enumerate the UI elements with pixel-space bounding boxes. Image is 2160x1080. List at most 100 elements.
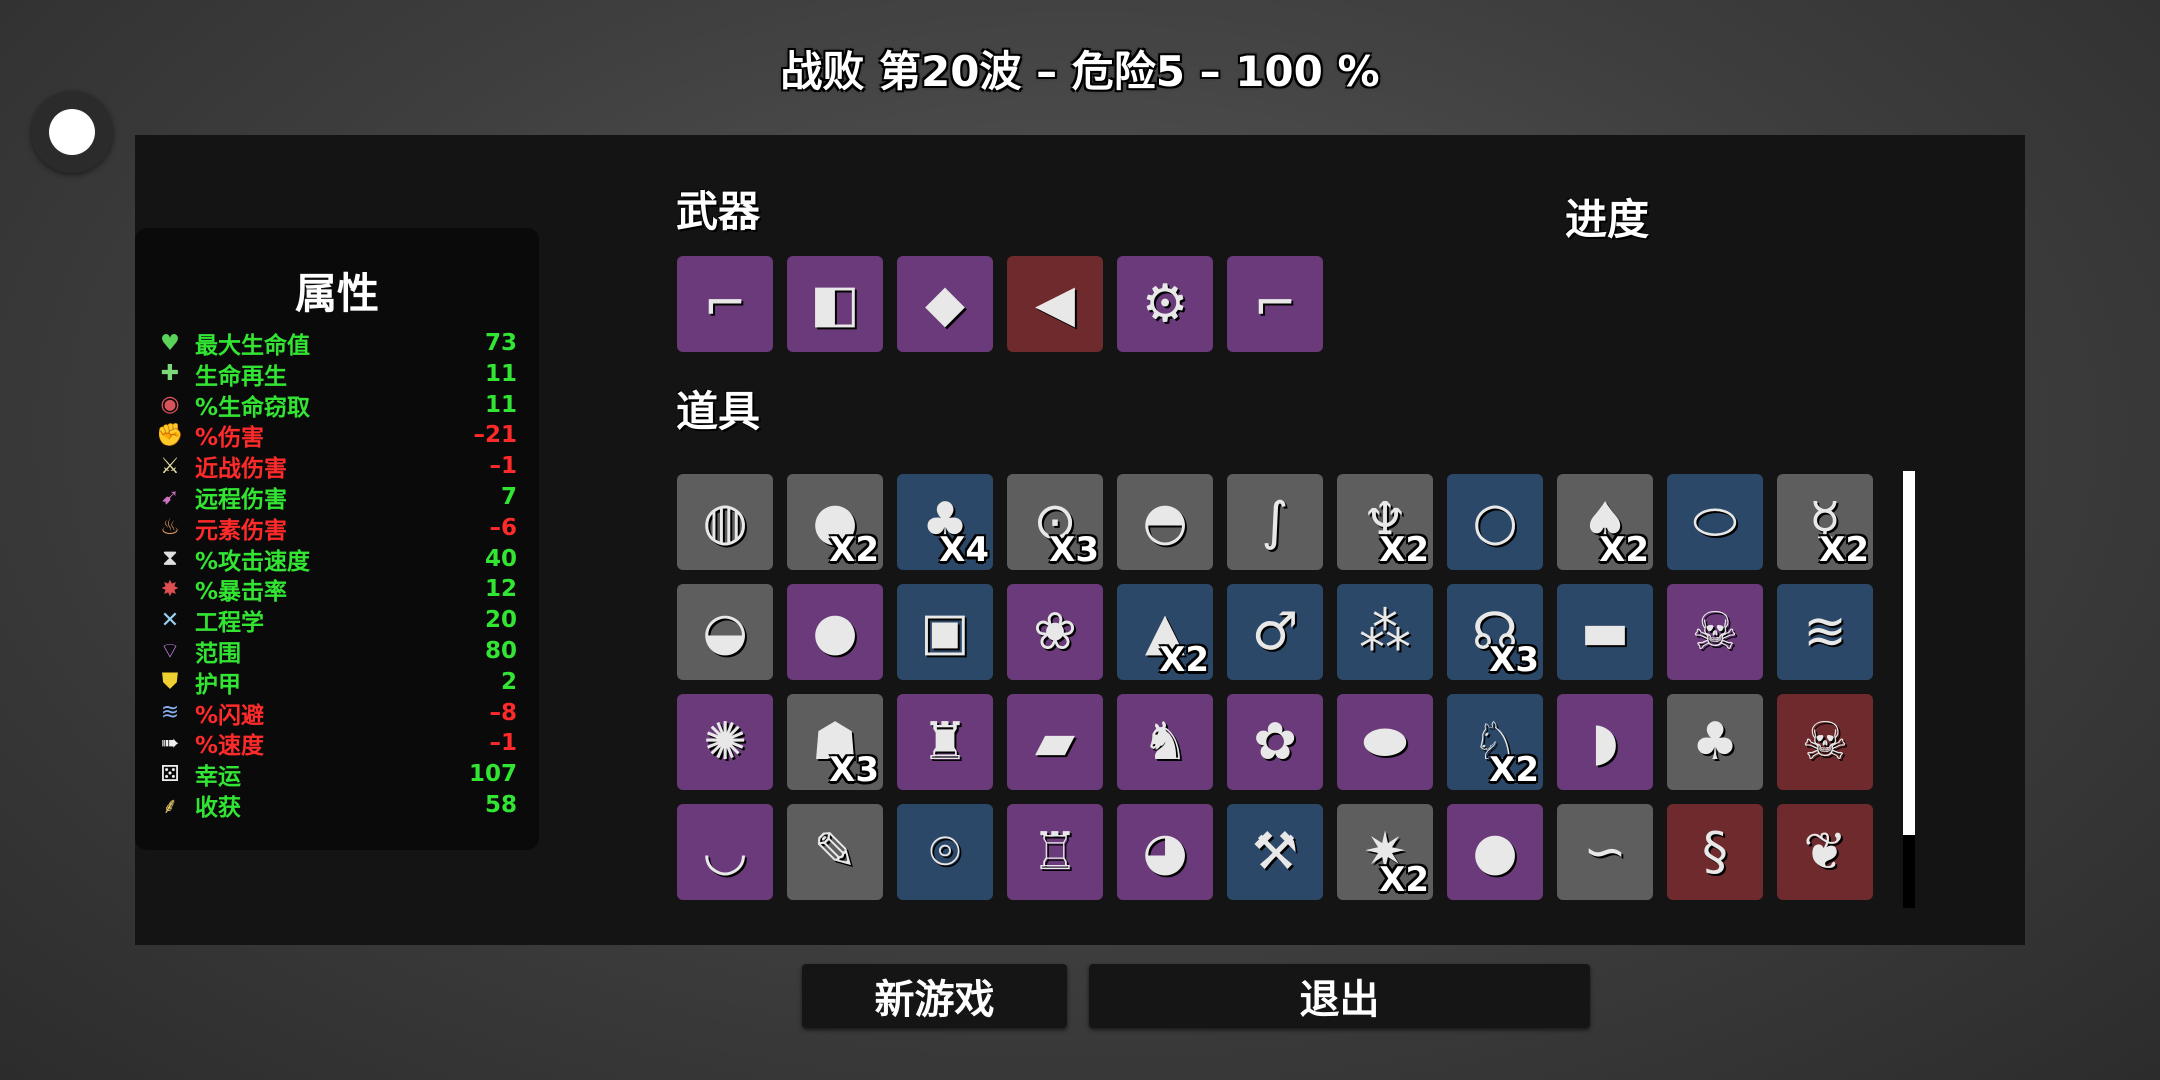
stat-row[interactable]: ⧗ %攻击速度 40 [155, 544, 517, 575]
jelly-blob-icon: ● [812, 602, 858, 662]
item-slot[interactable]: ∫ [1227, 474, 1323, 570]
item-count-badge: X3 [829, 750, 879, 790]
stat-row[interactable]: ⚔ 近战伤害 –1 [155, 451, 517, 482]
bloody-pellets-icon: ⁂ [1359, 602, 1411, 662]
item-slot[interactable]: ○ [1447, 474, 1543, 570]
items-scrollbar[interactable] [1903, 471, 1915, 908]
item-slot[interactable]: ◒ [677, 584, 773, 680]
item-slot[interactable]: ⬬ [1337, 694, 1433, 790]
stat-row[interactable]: ⛊ 护甲 2 [155, 667, 517, 698]
harvest-wheat-icon: ⸙ [161, 794, 179, 819]
stat-row[interactable]: ♨ 元素伤害 –6 [155, 513, 517, 544]
stat-row[interactable]: ◉ %生命窃取 11 [155, 390, 517, 421]
item-slot[interactable]: ▣ [897, 584, 993, 680]
attack-speed-hourglass-icon: ⧗ [162, 546, 178, 572]
stat-row[interactable]: ✸ %暴击率 12 [155, 574, 517, 606]
item-slot[interactable]: ✷ X2 [1337, 804, 1433, 900]
item-slot[interactable]: ♞ [1117, 694, 1213, 790]
item-slot[interactable]: ◓ [1117, 474, 1213, 570]
item-slot[interactable]: ● [787, 584, 883, 680]
item-slot[interactable]: ▰ [1007, 694, 1103, 790]
stat-row[interactable]: ➹ 远程伤害 7 [155, 482, 517, 513]
stat-row[interactable]: ⚄ 幸运 107 [155, 759, 517, 790]
stat-row[interactable]: ➠ %速度 –1 [155, 728, 517, 759]
item-slot[interactable]: ▲ X2 [1117, 584, 1213, 680]
item-count-badge: X2 [1379, 860, 1429, 900]
tree-icon: ♣ [1691, 712, 1739, 772]
sewing-machine-icon: ▣ [920, 602, 970, 662]
weapon-slot[interactable]: ⚙ [1117, 256, 1213, 352]
item-slot[interactable]: ☠ [1777, 694, 1873, 790]
stat-row[interactable]: ✕ 工程学 20 [155, 605, 517, 637]
item-slot[interactable]: ♠ X2 [1557, 474, 1653, 570]
item-slot[interactable]: ⊙ X3 [1007, 474, 1103, 570]
stat-row[interactable]: ✚ 生命再生 11 [155, 359, 517, 390]
stat-label: 元素伤害 [195, 517, 287, 544]
item-slot[interactable]: ☗ X3 [787, 694, 883, 790]
item-slot[interactable]: ✿ [1227, 694, 1323, 790]
siren-blaster-icon: ◧ [810, 274, 860, 334]
item-slot[interactable]: ▬ [1557, 584, 1653, 680]
armor-shield-icon: ⛊ [161, 669, 179, 695]
mortar-pestle-icon: ◡ [702, 822, 748, 882]
item-slot[interactable]: ∽ [1557, 804, 1653, 900]
stat-row[interactable]: ✊ %伤害 –21 [155, 420, 517, 452]
item-count-badge: X3 [1489, 640, 1539, 680]
item-slot[interactable]: ◕ [1117, 804, 1213, 900]
stat-row[interactable]: ⌔ 范围 80 [155, 636, 517, 667]
screen-record-button[interactable] [31, 91, 113, 173]
item-slot[interactable]: ◡ [677, 804, 773, 900]
item-slot[interactable]: ⁂ [1337, 584, 1433, 680]
exit-button[interactable]: 退出 [1089, 964, 1590, 1028]
stat-value: 11 [484, 391, 517, 418]
weapon-slot[interactable]: ⌐ [1227, 256, 1323, 352]
scarf-wrap-icon: ≋ [1803, 602, 1847, 662]
item-slot[interactable]: ♖ [1007, 804, 1103, 900]
propeller-cap-icon: ◒ [702, 602, 748, 662]
item-slot[interactable]: ♜ [897, 694, 993, 790]
item-slot[interactable]: ● X2 [787, 474, 883, 570]
item-slot[interactable]: ☿ X2 [1777, 474, 1873, 570]
stat-label: %闪避 [195, 702, 265, 729]
item-slot[interactable]: § [1667, 804, 1763, 900]
item-slot[interactable]: ♆ X2 [1337, 474, 1433, 570]
stat-row[interactable]: ≋ %闪避 –8 [155, 698, 517, 729]
weapon-slot[interactable]: ⌐ [677, 256, 773, 352]
item-slot[interactable]: ⚒ [1227, 804, 1323, 900]
item-slot[interactable]: ☠ [1667, 584, 1763, 680]
items-scrollbar-thumb[interactable] [1903, 471, 1915, 835]
item-slot[interactable]: ❀ [1007, 584, 1103, 680]
cursed-chest-icon: ☠ [1801, 712, 1849, 772]
stat-label: %伤害 [195, 425, 265, 452]
item-slot[interactable]: ✎ [787, 804, 883, 900]
item-slot[interactable]: ⌾ [897, 804, 993, 900]
item-slot[interactable]: ⬭ [1667, 474, 1763, 570]
item-slot[interactable]: ♂ [1227, 584, 1323, 680]
item-slot[interactable]: ♣ X4 [897, 474, 993, 570]
stat-label: 最大生命值 [195, 333, 310, 359]
item-slot[interactable]: ❦ [1777, 804, 1873, 900]
stat-row[interactable]: ⸙ 收获 58 [155, 790, 517, 821]
tardigrade-icon: ⬬ [1362, 712, 1408, 772]
wheelbarrow-icon: ⚒ [1251, 822, 1299, 882]
item-slot[interactable]: ☊ X3 [1447, 584, 1543, 680]
item-slot[interactable]: ≋ [1777, 584, 1873, 680]
stat-label: 远程伤害 [195, 487, 287, 513]
item-slot[interactable]: ◍ [677, 474, 773, 570]
weapon-slot[interactable]: ◆ [897, 256, 993, 352]
item-slot[interactable]: ♘ X2 [1447, 694, 1543, 790]
stat-row[interactable]: ♥ 最大生命值 73 [155, 328, 517, 359]
item-slot[interactable]: ✺ [677, 694, 773, 790]
stat-label: %暴击率 [195, 579, 288, 606]
revolver-icon: ⌐ [1253, 274, 1297, 334]
stat-label: 收获 [195, 795, 241, 821]
weapon-slot[interactable]: ◀ [1007, 256, 1103, 352]
scarecrow-icon: ♜ [921, 712, 969, 772]
new-game-button[interactable]: 新游戏 [802, 964, 1067, 1028]
stat-label: 工程学 [195, 610, 264, 637]
item-slot[interactable]: ♣ [1667, 694, 1763, 790]
weapon-slot[interactable]: ◧ [787, 256, 883, 352]
item-slot[interactable]: ◗ [1557, 694, 1653, 790]
item-slot[interactable]: ● [1447, 804, 1543, 900]
rainbow-leaf-icon: ❦ [1803, 822, 1847, 882]
